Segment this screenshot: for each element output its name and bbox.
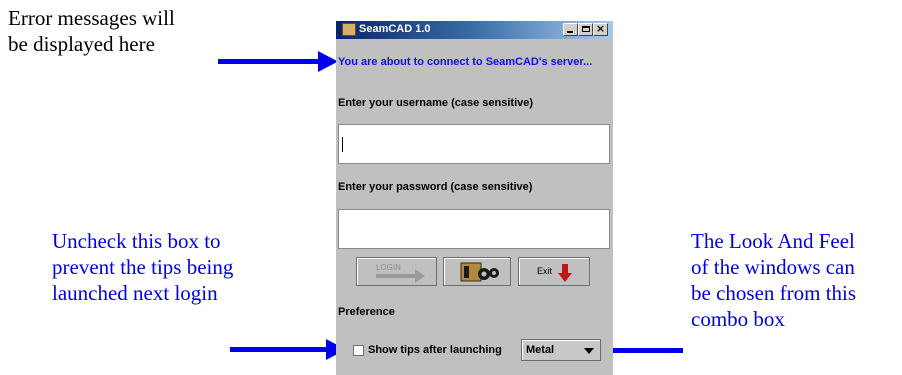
window-title: SeamCAD 1.0 [359,23,431,35]
gear-icon [460,262,499,282]
text-caret [342,137,343,152]
username-input[interactable] [338,124,610,164]
tips-arrow [230,339,346,360]
look-and-feel-value: Metal [526,344,555,356]
login-button[interactable]: LOGIN [356,257,437,286]
error-arrow [218,51,338,72]
show-tips-checkbox[interactable] [353,345,364,356]
status-message: You are about to connect to SeamCAD's se… [338,56,593,68]
close-button[interactable]: × [593,22,608,36]
password-input[interactable] [338,209,610,249]
exit-arrow-icon [558,264,572,282]
show-tips-label[interactable]: Show tips after launching [368,344,502,356]
username-label: Enter your username (case sensitive) [338,97,534,109]
minimize-icon [567,31,573,33]
settings-button[interactable] [443,257,511,286]
right-arrow-icon [376,269,425,283]
exit-button[interactable]: Exit [518,257,590,286]
look-and-feel-combo[interactable]: Metal [521,339,601,361]
maximize-icon [582,26,590,32]
password-label: Enter your password (case sensitive) [338,181,533,193]
chevron-down-icon [584,348,594,354]
login-window: SeamCAD 1.0 × You are about to connect t… [336,21,613,375]
maximize-button[interactable] [578,23,593,36]
seamcad-app-icon [342,23,356,36]
preference-label: Preference [338,306,395,318]
close-icon: × [595,22,606,35]
minimize-button[interactable] [563,23,578,36]
title-bar[interactable]: SeamCAD 1.0 × [336,21,613,39]
